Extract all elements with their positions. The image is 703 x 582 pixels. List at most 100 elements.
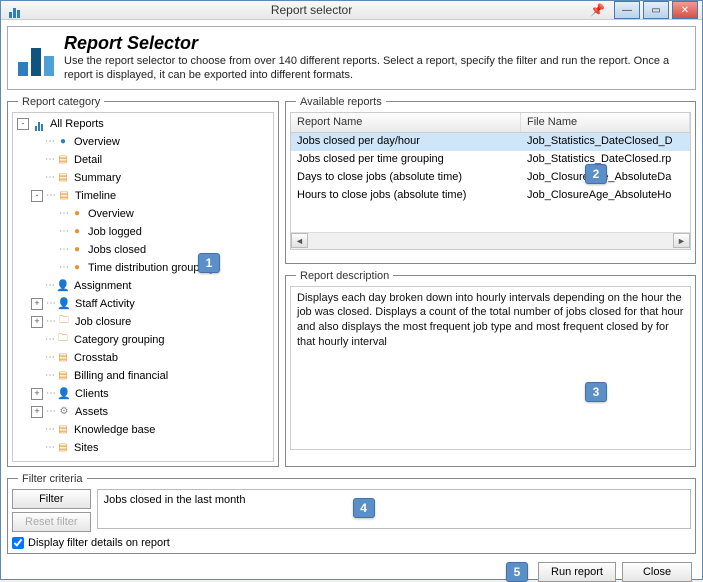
tree-node[interactable]: ⋯▤Billing and financial [15, 367, 271, 385]
callout-4: 4 [353, 498, 375, 518]
tree-node[interactable]: ⋯●Job logged [15, 223, 271, 241]
person-icon: 👤 [57, 297, 71, 311]
report-category-group: Report category - All Reports ⋯●Overview ⋯▤… [7, 96, 279, 467]
filter-buttons: Filter Reset filter [12, 489, 91, 532]
tree-node[interactable]: ⋯🗀Category grouping [15, 331, 271, 349]
folder-icon: 🗀 [56, 333, 70, 347]
header-subtitle: Use the report selector to choose from o… [64, 54, 685, 83]
report-description-group: Report description Displays each day bro… [285, 270, 696, 467]
tree-node[interactable]: ⋯▤Crosstab [15, 349, 271, 367]
tree-node-label: Knowledge base [74, 424, 155, 436]
tree-node-label: Timeline [75, 190, 116, 202]
filter-button[interactable]: Filter [12, 489, 91, 509]
report-selector-icon [18, 40, 54, 76]
tree-node-label: Overview [74, 136, 120, 148]
expand-icon[interactable]: + [31, 298, 43, 310]
person-icon: 👤 [57, 387, 71, 401]
expand-icon[interactable]: + [31, 388, 43, 400]
filter-row: Filter Reset filter Jobs closed in the l… [12, 489, 691, 532]
tree-node[interactable]: ⋯👤Assignment [15, 277, 271, 295]
callout-2: 2 [585, 164, 607, 184]
tree-node[interactable]: ⋯▤Summary [15, 169, 271, 187]
dot-blue-icon: ● [56, 135, 70, 149]
page-icon: ▤ [56, 171, 70, 185]
window-controls: 📌 — ▭ ✕ [590, 1, 698, 19]
tree-node[interactable]: ⋯●Overview [15, 133, 271, 151]
report-description-legend: Report description [296, 270, 393, 282]
folder-icon: 🗀 [57, 315, 71, 329]
tree-node-label: Job logged [88, 226, 142, 238]
scroll-left-icon[interactable]: ◄ [291, 233, 308, 248]
close-dialog-button[interactable]: Close [622, 562, 692, 582]
tree-node[interactable]: +⋯⚙Assets [15, 403, 271, 421]
tree-node[interactable]: ⋯●Overview [15, 205, 271, 223]
tree-node-label: Jobs closed [88, 244, 146, 256]
category-tree-scroll[interactable]: - All Reports ⋯●Overview ⋯▤Detail⋯▤Summary -… [12, 112, 274, 462]
cell-report-name: Hours to close jobs (absolute time) [291, 187, 521, 205]
header-panel: Report Selector Use the report selector … [7, 26, 696, 90]
tree-node[interactable]: +⋯🗀Job closure [15, 313, 271, 331]
dot-orange-icon: ● [70, 243, 84, 257]
filter-criteria-legend: Filter criteria [18, 473, 87, 485]
run-report-button[interactable]: Run report [538, 562, 616, 582]
table-row[interactable]: Days to close jobs (absolute time)Job_Cl… [291, 169, 690, 187]
tree-node-label: Clients [75, 388, 109, 400]
expand-icon[interactable]: + [31, 406, 43, 418]
dot-orange-icon: ● [70, 207, 84, 221]
col-report-name[interactable]: Report Name [291, 113, 521, 132]
table-row[interactable]: Hours to close jobs (absolute time)Job_C… [291, 187, 690, 205]
tree-node[interactable]: +⋯👤Staff Activity [15, 295, 271, 313]
display-filter-checkbox-row: Display filter details on report [12, 537, 691, 549]
close-button[interactable]: ✕ [672, 1, 698, 19]
col-file-name[interactable]: File Name [521, 113, 690, 132]
minimize-button[interactable]: — [614, 1, 640, 19]
tree-node[interactable]: ⋯▤Knowledge base [15, 421, 271, 439]
person-icon: 👤 [56, 279, 70, 293]
tree-node[interactable]: - All Reports [15, 115, 271, 133]
tree-node-label: Category grouping [74, 334, 165, 346]
display-filter-label[interactable]: Display filter details on report [28, 537, 170, 549]
app-icon [9, 2, 25, 18]
cell-report-name: Days to close jobs (absolute time) [291, 169, 521, 187]
horizontal-scrollbar[interactable]: ◄ ► [291, 232, 690, 249]
table-row[interactable]: Jobs closed per time groupingJob_Statist… [291, 151, 690, 169]
expand-icon[interactable]: + [31, 316, 43, 328]
right-column: Available reports Report Name File Name … [285, 96, 696, 467]
table-rows: Jobs closed per day/hourJob_Statistics_D… [291, 133, 690, 232]
gear-icon: ⚙ [57, 405, 71, 419]
tree-node-label: Sites [74, 442, 98, 454]
tree-node[interactable]: ⋯●Time distribution grouping [15, 259, 271, 277]
page-icon: ▤ [56, 441, 70, 455]
table-row[interactable]: Jobs closed per day/hourJob_Statistics_D… [291, 133, 690, 151]
tree-node-label: Assignment [74, 280, 131, 292]
scroll-right-icon[interactable]: ► [673, 233, 690, 248]
body: Report category - All Reports ⋯●Overview ⋯▤… [7, 96, 696, 467]
tree-node[interactable]: -⋯▤Timeline [15, 187, 271, 205]
page-icon: ▤ [57, 189, 71, 203]
tree-node[interactable]: ⋯●Jobs closed [15, 241, 271, 259]
tree-node[interactable]: ⋯▤Detail [15, 151, 271, 169]
reset-filter-button: Reset filter [12, 512, 91, 532]
maximize-button[interactable]: ▭ [643, 1, 669, 19]
available-reports-legend: Available reports [296, 96, 386, 108]
footer: 5 Run report Close [11, 562, 692, 582]
tree-node-label: Time distribution grouping [88, 262, 214, 274]
header-title: Report Selector [64, 33, 685, 54]
tree-node-label: Job closure [75, 316, 131, 328]
collapse-icon[interactable]: - [17, 118, 29, 130]
page-icon: ▤ [56, 423, 70, 437]
tree-node[interactable]: +⋯👤Clients [15, 385, 271, 403]
report-category-legend: Report category [18, 96, 104, 108]
cell-report-name: Jobs closed per day/hour [291, 133, 521, 151]
display-filter-checkbox[interactable] [12, 537, 24, 549]
tree-node[interactable]: ⋯▤Sites [15, 439, 271, 457]
pin-icon[interactable]: 📌 [590, 3, 605, 17]
tree-node-label: All Reports [50, 118, 104, 130]
dot-orange-icon: ● [70, 261, 84, 275]
collapse-icon[interactable]: - [31, 190, 43, 202]
bars-icon [32, 117, 46, 131]
cell-report-name: Jobs closed per time grouping [291, 151, 521, 169]
window-title: Report selector [33, 3, 590, 17]
page-icon: ▤ [56, 153, 70, 167]
tree-node-label: Crosstab [74, 352, 118, 364]
